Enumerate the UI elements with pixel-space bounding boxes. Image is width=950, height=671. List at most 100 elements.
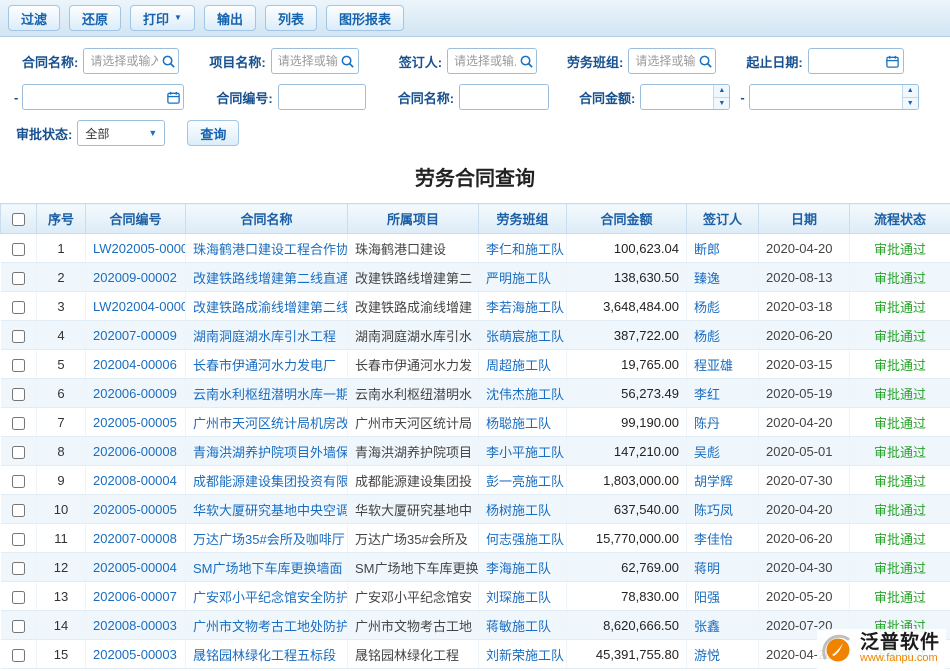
date-cell: 2020-06-20 xyxy=(759,524,850,553)
status-cell: 审批通过 xyxy=(850,553,950,582)
calendar-icon[interactable] xyxy=(165,89,181,105)
filter-button[interactable]: 过滤 xyxy=(8,5,60,31)
amount-to-input[interactable] xyxy=(749,84,919,110)
row-checkbox[interactable] xyxy=(12,504,25,517)
row-number-cell: 2 xyxy=(37,263,86,292)
query-button[interactable]: 查询 xyxy=(187,120,239,146)
date-cell: 2020-03-18 xyxy=(759,292,850,321)
contract-code-link[interactable]: 202009-00002 xyxy=(93,270,177,285)
print-button[interactable]: 打印▼ xyxy=(130,5,195,31)
row-checkbox[interactable] xyxy=(12,388,25,401)
contract-code-link[interactable]: 202007-00009 xyxy=(93,328,177,343)
row-checkbox[interactable] xyxy=(12,243,25,256)
contract-name-link[interactable]: 改建铁路线增建第二线直通 xyxy=(193,271,348,286)
column-header-code: 合同编号 xyxy=(86,204,186,234)
contract-name-cell: 万达广场35#会所及咖啡厅 xyxy=(186,524,348,553)
contract-code-link[interactable]: 202008-00003 xyxy=(93,618,177,633)
row-checkbox[interactable] xyxy=(12,417,25,430)
date-cell: 2020-05-19 xyxy=(759,379,850,408)
graph-report-button[interactable]: 图形报表 xyxy=(326,5,404,31)
export-button[interactable]: 输出 xyxy=(204,5,256,31)
contract-name-link[interactable]: 成都能源建设集团投资有限 xyxy=(193,474,348,489)
row-checkbox[interactable] xyxy=(12,330,25,343)
date-cell: 2020-03-15 xyxy=(759,350,850,379)
restore-button[interactable]: 还原 xyxy=(69,5,121,31)
row-checkbox[interactable] xyxy=(12,272,25,285)
project-cell: 改建铁路成渝线增建 xyxy=(348,292,479,321)
search-icon[interactable] xyxy=(160,53,176,69)
row-number-cell: 10 xyxy=(37,495,86,524)
stepper-down-icon[interactable]: ▼ xyxy=(903,97,918,110)
search-icon[interactable] xyxy=(518,53,534,69)
amount-cell: 56,273.49 xyxy=(567,379,687,408)
row-checkbox[interactable] xyxy=(12,562,25,575)
filter-row-2: - 合同编号: 合同名称: 合同金额: ▲▼ - xyxy=(8,84,942,110)
row-checkbox[interactable] xyxy=(12,301,25,314)
row-checkbox[interactable] xyxy=(12,475,25,488)
contract-name-link[interactable]: 改建铁路成渝线增建第二线 xyxy=(193,300,348,315)
contract-name-link[interactable]: 广州市文物考古工地处防护 xyxy=(193,619,348,634)
amount-from-stepper[interactable]: ▲▼ xyxy=(713,85,729,109)
signer-cell: 臻逸 xyxy=(687,263,759,292)
contract-name-link[interactable]: 广州市天河区统计局机房改 xyxy=(193,416,348,431)
signer-cell: 吴彪 xyxy=(687,437,759,466)
contract-name-link[interactable]: 万达广场35#会所及咖啡厅 xyxy=(193,532,345,547)
contract-code-link[interactable]: LW202005-00001 xyxy=(93,241,186,256)
contract-name-link[interactable]: 湖南洞庭湖水库引水工程 xyxy=(193,329,336,344)
contract-code-link[interactable]: 202006-00007 xyxy=(93,589,177,604)
approval-status-select[interactable]: 全部 ▼ xyxy=(77,120,165,146)
row-checkbox[interactable] xyxy=(12,533,25,546)
search-icon[interactable] xyxy=(340,53,356,69)
stepper-up-icon[interactable]: ▲ xyxy=(714,85,729,97)
contract-name-link[interactable]: 华软大厦研究基地中央空调 xyxy=(193,503,348,518)
amount-to-stepper[interactable]: ▲▼ xyxy=(902,85,918,109)
contract-code-link[interactable]: LW202004-00001 xyxy=(93,299,186,314)
contract-name-link[interactable]: 长春市伊通河水力发电厂 xyxy=(193,358,336,373)
contract-code-link[interactable]: 202006-00008 xyxy=(93,444,177,459)
date-cell: 2020-06-20 xyxy=(759,321,850,350)
contract-code-link[interactable]: 202006-00009 xyxy=(93,386,177,401)
stepper-down-icon[interactable]: ▼ xyxy=(714,97,729,110)
contract-name2-input[interactable] xyxy=(459,84,549,110)
watermark-site: www.fanpu.com xyxy=(860,653,940,665)
contract-name-link[interactable]: 广安邓小平纪念馆安全防护 xyxy=(193,590,348,605)
list-view-button[interactable]: 列表 xyxy=(265,5,317,31)
row-checkbox[interactable] xyxy=(12,591,25,604)
row-number-cell: 12 xyxy=(37,553,86,582)
contract-code-link[interactable]: 202005-00004 xyxy=(93,560,177,575)
project-cell: 广安邓小平纪念馆安 xyxy=(348,582,479,611)
search-icon[interactable] xyxy=(697,53,713,69)
contract-no-input[interactable] xyxy=(278,84,366,110)
contract-code-link[interactable]: 202005-00005 xyxy=(93,502,177,517)
contract-name-link[interactable]: SM广场地下车库更换墙面 xyxy=(193,561,343,576)
date-to-input[interactable] xyxy=(22,84,184,110)
team-cell: 沈伟杰施工队 xyxy=(479,379,567,408)
contract-code-link[interactable]: 202008-00004 xyxy=(93,473,177,488)
table-row: 8202006-00008青海洪湖养护院项目外墙保青海洪湖养护院项目李小平施工队… xyxy=(1,437,950,466)
contract-name-link[interactable]: 青海洪湖养护院项目外墙保 xyxy=(193,445,348,460)
stepper-up-icon[interactable]: ▲ xyxy=(903,85,918,97)
select-all-checkbox[interactable] xyxy=(12,213,25,226)
row-select-cell xyxy=(1,524,37,553)
select-all-cell xyxy=(1,204,37,234)
row-checkbox[interactable] xyxy=(12,359,25,372)
contract-name-link[interactable]: 珠海鹤港口建设工程合作协议 xyxy=(193,242,348,257)
contract-name-link[interactable]: 云南水利枢纽潜明水库一期 xyxy=(193,387,348,402)
filter-panel: 合同名称: 项目名称: 签订人: 劳务班组: xyxy=(0,37,950,158)
row-checkbox[interactable] xyxy=(12,620,25,633)
fanpu-logo-icon xyxy=(819,631,855,667)
contract-name2-filter xyxy=(459,84,549,110)
row-checkbox[interactable] xyxy=(12,649,25,662)
row-checkbox[interactable] xyxy=(12,446,25,459)
contract-code-link[interactable]: 202007-00008 xyxy=(93,531,177,546)
contract-name-cell: 成都能源建设集团投资有限 xyxy=(186,466,348,495)
status-cell: 审批通过 xyxy=(850,234,950,263)
contract-name-link[interactable]: 晟铭园林绿化工程五标段 xyxy=(193,648,336,663)
contract-code-link[interactable]: 202004-00006 xyxy=(93,357,177,372)
contract-code-link[interactable]: 202005-00005 xyxy=(93,415,177,430)
calendar-icon[interactable] xyxy=(885,53,901,69)
contract-code-link[interactable]: 202005-00003 xyxy=(93,647,177,662)
row-select-cell xyxy=(1,553,37,582)
filter-row-3: 审批状态: 全部 ▼ 查询 xyxy=(8,120,942,146)
toolbar: 过滤 还原 打印▼ 输出 列表 图形报表 xyxy=(0,0,950,37)
